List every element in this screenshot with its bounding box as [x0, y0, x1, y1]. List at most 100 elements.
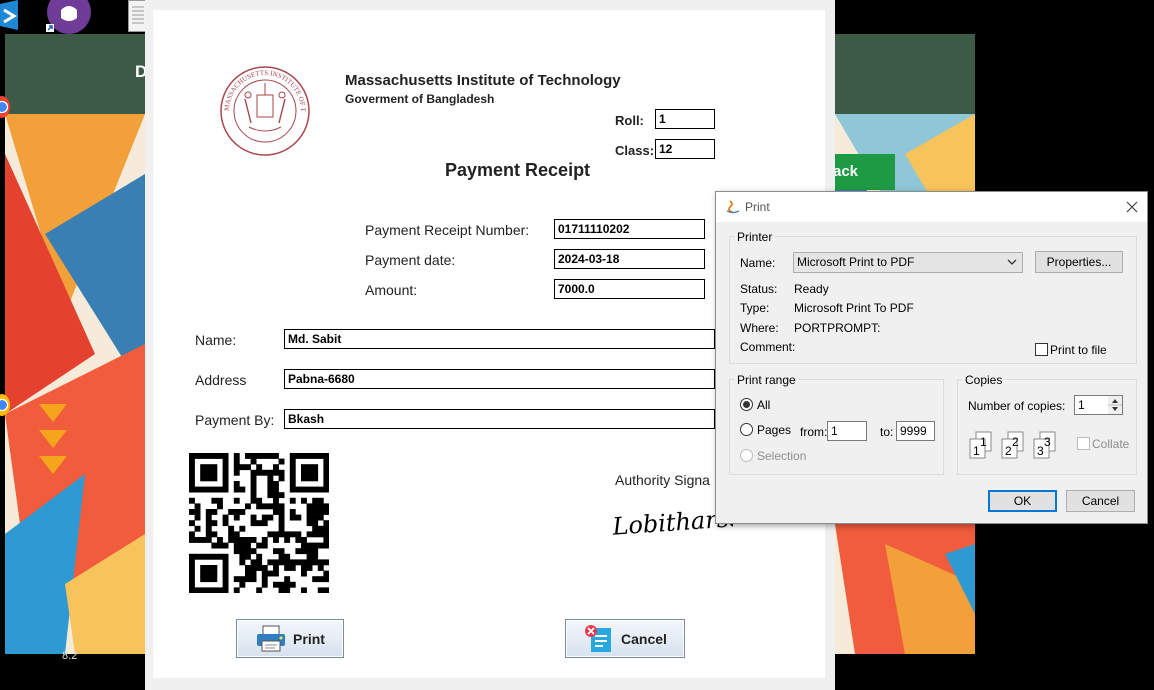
qr-module	[189, 486, 195, 493]
qr-module	[267, 469, 274, 476]
copies-spinner-input[interactable]: 1	[1074, 395, 1123, 415]
qr-module	[323, 453, 329, 459]
qr-module	[273, 548, 279, 555]
printer-select[interactable]: Microsoft Print to PDF	[793, 252, 1023, 273]
roll-label: Roll:	[615, 113, 644, 128]
receipt-number-label: Payment Receipt Number:	[365, 222, 530, 238]
qr-module	[267, 453, 274, 459]
qr-module	[222, 464, 229, 471]
copies-group-label: Copies	[962, 373, 1006, 387]
qr-module	[317, 559, 324, 566]
qr-module	[273, 570, 279, 577]
qr-module	[239, 576, 246, 583]
properties-button[interactable]: Properties...	[1035, 251, 1123, 273]
qr-module	[250, 559, 257, 566]
qr-module	[200, 553, 207, 560]
spinner-icon[interactable]	[1108, 396, 1122, 414]
ok-button[interactable]: OK	[988, 490, 1057, 512]
qr-module	[211, 497, 218, 504]
qr-module	[205, 509, 212, 515]
qr-module	[323, 531, 329, 538]
qr-module	[233, 497, 240, 504]
back-button[interactable]: ack	[825, 154, 895, 190]
copies-label: Number of copies:	[968, 399, 1066, 413]
qr-module	[205, 525, 212, 532]
payment-date-field[interactable]: 2024-03-18	[554, 249, 705, 269]
qr-module	[256, 520, 263, 527]
qr-module	[273, 509, 279, 515]
pages-radio-label: Pages	[757, 423, 792, 437]
qr-module	[317, 503, 324, 510]
qr-module	[245, 464, 251, 471]
qr-module	[289, 464, 296, 471]
qr-module	[273, 531, 279, 538]
receipt-number-field[interactable]: 01711110202	[554, 219, 705, 239]
close-icon[interactable]	[1125, 200, 1139, 214]
qr-module	[233, 453, 240, 459]
qr-module	[289, 559, 296, 566]
svg-text:1: 1	[973, 444, 980, 458]
qr-module	[273, 453, 279, 459]
all-radio[interactable]	[740, 398, 753, 411]
qr-module	[222, 458, 229, 465]
qr-module	[189, 453, 195, 459]
vscode-icon[interactable]	[0, 0, 20, 32]
github-icon[interactable]	[46, 0, 92, 34]
qr-module	[256, 497, 263, 504]
from-page-input[interactable]: 1	[827, 421, 867, 441]
qr-module	[239, 537, 246, 543]
qr-module	[284, 581, 291, 588]
qr-module	[278, 531, 285, 538]
qr-module	[211, 576, 218, 583]
qr-module	[267, 481, 274, 487]
qr-module	[312, 525, 319, 532]
qr-module	[222, 514, 229, 521]
qr-module	[289, 469, 296, 476]
qr-module	[289, 509, 296, 515]
qr-module	[250, 492, 257, 499]
qr-module	[233, 486, 240, 493]
to-page-input[interactable]: 9999	[896, 421, 935, 441]
qr-module	[200, 453, 207, 459]
cancel-button[interactable]: Cancel	[565, 619, 685, 658]
qr-module	[250, 481, 257, 487]
qr-module	[189, 531, 195, 538]
qr-module	[250, 514, 257, 521]
roll-field[interactable]: 1	[655, 109, 715, 129]
qr-module	[301, 587, 307, 593]
qr-module	[250, 520, 257, 527]
qr-module	[250, 548, 257, 555]
qr-module	[273, 565, 279, 571]
qr-module	[301, 475, 307, 482]
class-field[interactable]: 12	[655, 139, 715, 159]
qr-module	[273, 559, 279, 566]
qr-module	[273, 486, 279, 493]
amount-field[interactable]: 7000.0	[554, 279, 705, 299]
dialog-cancel-button[interactable]: Cancel	[1066, 490, 1135, 512]
print-dialog-titlebar[interactable]: Print	[716, 192, 1147, 222]
qr-module	[295, 514, 302, 521]
qr-module	[273, 503, 279, 510]
qr-module	[312, 453, 319, 459]
qr-module	[312, 548, 319, 555]
qr-module	[261, 453, 268, 459]
name-field[interactable]: Md. Sabit	[284, 329, 715, 349]
payment-by-field[interactable]: Bkash	[284, 409, 715, 429]
pages-radio[interactable]	[740, 423, 753, 436]
print-to-file-checkbox[interactable]	[1035, 343, 1048, 356]
qr-module	[194, 503, 201, 510]
qr-module	[245, 553, 251, 560]
qr-module	[217, 542, 223, 549]
qr-module	[323, 520, 329, 527]
collate-checkbox[interactable]	[1077, 437, 1090, 450]
address-field[interactable]: Pabna-6680	[284, 369, 715, 389]
qr-module	[306, 520, 313, 527]
qr-module	[278, 475, 285, 482]
qr-module	[239, 581, 246, 588]
qr-module	[323, 458, 329, 465]
selection-radio[interactable]	[740, 449, 753, 462]
qr-module	[200, 570, 207, 577]
print-button[interactable]: Print	[236, 619, 344, 658]
qr-module	[273, 469, 279, 476]
qr-module	[256, 453, 263, 459]
